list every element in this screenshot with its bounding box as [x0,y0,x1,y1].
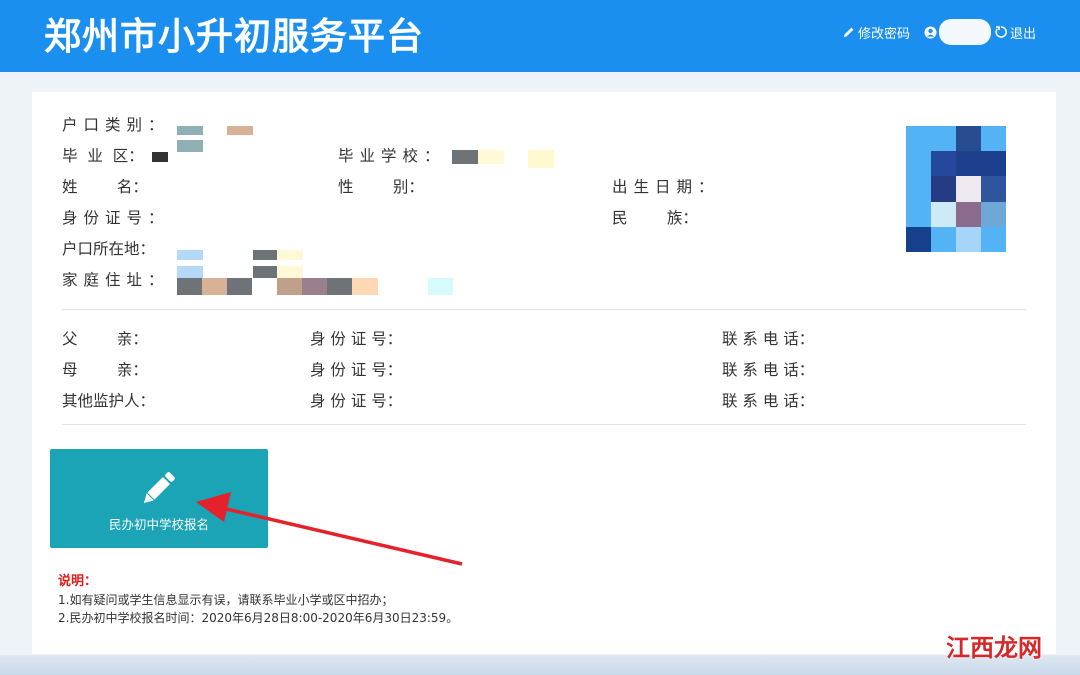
register-button-label: 民办初中学校报名 [108,517,209,532]
private-middle-school-registration-button[interactable]: 民办初中学校报名 [50,449,268,548]
pencil-icon [143,472,175,504]
other-guardian-label: 其他监护人： [62,392,156,410]
redacted-value [277,266,303,278]
school-label: 毕业学校： [338,147,446,165]
logout-link[interactable]: 退出 [995,23,1036,42]
gender-label: 性 别： [338,178,424,196]
pencil-icon [843,27,854,37]
redacted-value [277,250,303,260]
redacted-value [478,150,504,164]
redacted-value [152,152,168,162]
notes-title: 说明： [58,574,98,589]
watermark: 江西龙网 [946,633,1042,662]
redacted-value [177,266,203,278]
father-id-label: 身 份 证 号： [310,330,403,348]
other-guardian-id-label: 身 份 证 号： [310,392,403,410]
father-phone-label: 联 系 电 话： [722,330,815,348]
hukou-type-label: 户口类别： [62,116,170,134]
header-actions: 修改密码 退出 [843,19,1036,45]
redacted-value [177,250,203,260]
redacted-value [253,266,277,278]
redacted-value [452,150,478,164]
change-password-label: 修改密码 [857,26,910,42]
home-address-label: 家庭住址： [62,271,170,289]
redacted-value [302,278,327,295]
ethnicity-label: 民 族： [612,209,698,227]
note-item: 1.如有疑问或学生信息显示有误，请联系毕业小学或区中招办； [58,593,394,607]
redacted-value [202,278,227,295]
app-title: 郑州市小升初服务平台 [44,15,424,58]
user-block[interactable] [924,19,993,45]
redacted-value [177,278,202,295]
redacted-value [177,126,203,135]
user-name-masked [938,19,991,45]
name-label: 姓 名： [62,178,148,196]
student-info-card: 户口类别： 毕 业 区： 毕业学校： 姓 名： 性 别： 出生日期： 身份证号：… [32,92,1056,654]
redacted-value [177,140,203,152]
logout-icon [995,26,1007,38]
user-icon [924,26,937,38]
hukou-address-label: 户口所在地： [62,240,156,258]
student-photo [906,126,1006,252]
redacted-value [428,278,453,295]
redacted-value [352,278,378,295]
change-password-link[interactable]: 修改密码 [843,23,910,42]
mother-label: 母 亲： [62,361,148,379]
district-label: 毕 业 区： [62,147,144,165]
section-divider [62,424,1026,425]
footer-skyline [0,655,1080,675]
redacted-value [253,250,277,260]
redacted-value [327,278,352,295]
mother-phone-label: 联 系 电 话： [722,361,815,379]
redacted-value [277,278,302,295]
father-label: 父 亲： [62,330,148,348]
logout-label: 退出 [1009,26,1036,42]
redacted-value [227,278,252,295]
mother-id-label: 身 份 证 号： [310,361,403,379]
birth-label: 出生日期： [612,178,720,196]
redacted-value [227,126,253,135]
idcard-label: 身份证号： [62,209,170,227]
redacted-value [528,150,554,168]
top-header: 郑州市小升初服务平台 修改密码 退出 [0,0,1080,72]
other-guardian-phone-label: 联 系 电 话： [722,392,815,410]
note-item: 2.民办初中学校报名时间：2020年6月28日8:00-2020年6月30日23… [58,611,459,625]
section-divider [62,309,1026,310]
